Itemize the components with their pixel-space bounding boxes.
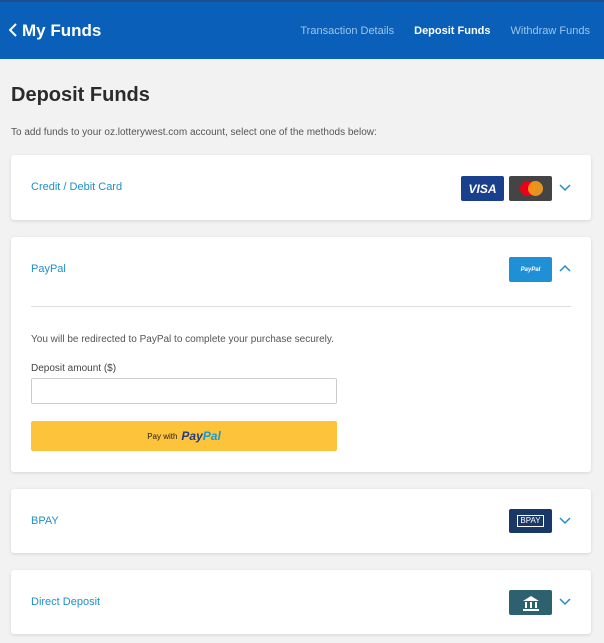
- visa-logo: VISA: [461, 176, 504, 201]
- back-to-my-funds-link[interactable]: My Funds: [8, 21, 102, 41]
- paypal-wordmark-pay: Pay: [181, 429, 203, 443]
- pay-with-label: Pay with: [147, 431, 178, 441]
- paypal-wordmark-pal: Pal: [202, 429, 221, 443]
- divider: [31, 306, 571, 307]
- chevron-down-icon[interactable]: [559, 595, 571, 607]
- method-card-paypal: PayPal PayPal You will be redirected to …: [11, 237, 591, 472]
- intro-text: To add funds to your oz.lotterywest.com …: [11, 127, 377, 138]
- chevron-down-icon[interactable]: [559, 514, 571, 526]
- method-label-direct-deposit[interactable]: Direct Deposit: [31, 596, 100, 608]
- page-title: Deposit Funds: [11, 84, 150, 106]
- paypal-badge-text: PayPal: [520, 266, 541, 273]
- header-title: My Funds: [22, 21, 102, 40]
- chevron-left-icon: [8, 22, 18, 40]
- bpay-badge-text: BPAY: [517, 515, 544, 527]
- bank-icon: [509, 590, 552, 615]
- method-label-paypal[interactable]: PayPal: [31, 263, 66, 275]
- deposit-amount-label: Deposit amount ($): [31, 363, 117, 374]
- method-label-bpay[interactable]: BPAY: [31, 515, 59, 527]
- method-card-credit-debit[interactable]: Credit / Debit Card VISA: [11, 155, 591, 220]
- pay-with-paypal-button[interactable]: Pay with Pay Pal: [31, 421, 337, 451]
- chevron-down-icon[interactable]: [559, 181, 571, 193]
- paypal-logo: PayPal: [509, 257, 552, 282]
- top-bar: My Funds Transaction Details Deposit Fun…: [0, 0, 604, 59]
- method-label-credit-debit[interactable]: Credit / Debit Card: [31, 181, 122, 193]
- method-card-bpay[interactable]: BPAY BPAY: [11, 489, 591, 553]
- nav-transaction-details[interactable]: Transaction Details: [300, 25, 394, 37]
- paypal-redirect-text: You will be redirected to PayPal to comp…: [31, 334, 334, 345]
- mastercard-logo: [509, 176, 552, 201]
- nav-deposit-funds[interactable]: Deposit Funds: [414, 25, 490, 37]
- nav-withdraw-funds[interactable]: Withdraw Funds: [511, 25, 590, 37]
- bpay-logo: BPAY: [509, 509, 552, 533]
- deposit-amount-input[interactable]: [31, 378, 337, 404]
- method-card-direct-deposit[interactable]: Direct Deposit: [11, 570, 591, 634]
- chevron-up-icon[interactable]: [559, 263, 571, 275]
- header-nav: Transaction Details Deposit Funds Withdr…: [280, 25, 590, 37]
